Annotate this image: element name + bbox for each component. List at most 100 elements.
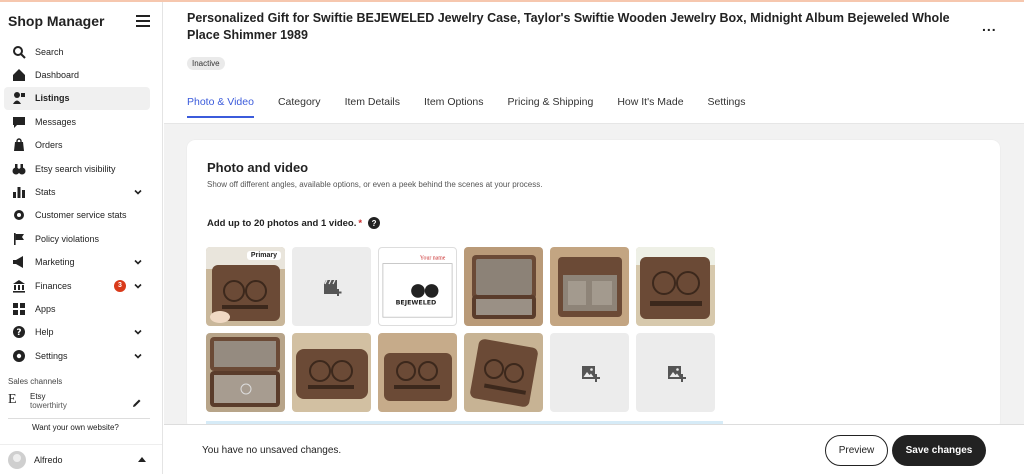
- photo-grid: Primary Your name BEJEWELED: [206, 247, 715, 412]
- preview-button[interactable]: Preview: [825, 435, 888, 466]
- sidebar-item-policy-violations[interactable]: Policy violations: [4, 227, 150, 250]
- jewelry-box-photo: [636, 247, 715, 326]
- jewelry-box-photo: [378, 333, 457, 412]
- sales-channels-heading: Sales channels: [8, 377, 63, 387]
- shop-manager-title: Shop Manager: [8, 13, 105, 29]
- svg-text:?: ?: [16, 328, 21, 338]
- sidebar-item-label: Listings: [35, 93, 70, 104]
- sidebar-item-marketing[interactable]: Marketing: [4, 251, 150, 274]
- jewelry-box-open-photo: [206, 333, 285, 412]
- channel-shop-name: towerthirty: [30, 401, 67, 411]
- jewelry-box-open-photo: [550, 247, 629, 326]
- home-icon: [12, 68, 26, 82]
- user-menu[interactable]: Alfredo: [0, 444, 162, 474]
- photo-tile-4[interactable]: [464, 247, 543, 326]
- sidebar-item-stats[interactable]: Stats: [4, 180, 150, 203]
- sidebar-item-etsy-search-visibility[interactable]: Etsy search visibility: [4, 157, 150, 180]
- channel-etsy[interactable]: E Etsy towerthirty: [0, 390, 162, 412]
- add-photo-tile[interactable]: [636, 333, 715, 412]
- add-photo-tile[interactable]: [550, 333, 629, 412]
- settings-icon: [12, 349, 26, 363]
- sidebar-item-help[interactable]: ? Help: [4, 321, 150, 344]
- add-video-tile[interactable]: [292, 247, 371, 326]
- add-photo-icon: [581, 365, 600, 382]
- bank-icon: [12, 279, 26, 293]
- certificate-image: Your name BEJEWELED: [382, 256, 453, 318]
- primary-tag: Primary: [246, 251, 281, 260]
- sidebar-item-label: Apps: [35, 303, 56, 314]
- apps-icon: [12, 302, 26, 316]
- search-icon: [12, 45, 26, 59]
- main-panel: Personalized Gift for Swiftie BEJEWELED …: [164, 2, 1024, 474]
- gear-icon: [12, 208, 26, 222]
- chevron-down-icon: [134, 260, 142, 265]
- tab-how-it-s-made[interactable]: How It's Made: [617, 96, 683, 118]
- website-prompt[interactable]: Want your own website?: [0, 419, 162, 432]
- messages-icon: [12, 115, 26, 129]
- chevron-down-icon: [134, 283, 142, 289]
- sidebar-header: Shop Manager: [0, 2, 162, 40]
- megaphone-icon: [12, 255, 26, 269]
- channel-name: Etsy: [30, 392, 46, 402]
- sidebar-item-orders[interactable]: Orders: [4, 134, 150, 157]
- add-photos-label: Add up to 20 photos and 1 video. * ?: [207, 217, 381, 229]
- save-changes-button[interactable]: Save changes: [892, 435, 986, 466]
- photo-tile-10[interactable]: [464, 333, 543, 412]
- sidebar-item-label: Search: [35, 46, 64, 57]
- chevron-down-icon: [134, 330, 142, 336]
- add-video-icon: [323, 279, 341, 296]
- pencil-icon[interactable]: [132, 398, 142, 408]
- etsy-logo-icon: E: [8, 392, 17, 408]
- sidebar: Shop Manager Search Dashboard Listings Mess…: [0, 2, 163, 474]
- add-photos-text: Add up to 20 photos and 1 video.: [207, 217, 357, 229]
- user-name: Alfredo: [34, 454, 63, 465]
- tab-item-details[interactable]: Item Details: [345, 96, 400, 118]
- sidebar-item-listings[interactable]: Listings: [4, 86, 150, 111]
- sidebar-item-messages[interactable]: Messages: [4, 110, 150, 133]
- unsaved-status: You have no unsaved changes.: [202, 445, 342, 456]
- cert-word: BEJEWELED: [396, 300, 437, 307]
- photo-tile-9[interactable]: [378, 333, 457, 412]
- photo-tile-6[interactable]: [636, 247, 715, 326]
- cert-your-name: Your name: [420, 256, 446, 262]
- sidebar-item-dashboard[interactable]: Dashboard: [4, 63, 150, 86]
- jewelry-box-photo: [464, 333, 543, 412]
- sidebar-item-label: Policy violations: [35, 233, 100, 244]
- sidebar-nav: Search Dashboard Listings Messages Orders Ets…: [0, 40, 162, 367]
- jewelry-box-open-photo: [464, 247, 543, 326]
- more-options-icon[interactable]: ...: [982, 18, 997, 34]
- chevron-down-icon: [134, 189, 142, 195]
- sidebar-item-label: Settings: [35, 350, 68, 361]
- tab-pricing-shipping[interactable]: Pricing & Shipping: [508, 96, 594, 118]
- tab-category[interactable]: Category: [278, 96, 321, 118]
- sidebar-item-label: Dashboard: [35, 70, 80, 81]
- listing-title: Personalized Gift for Swiftie BEJEWELED …: [187, 11, 950, 42]
- photo-tile-primary[interactable]: Primary: [206, 247, 285, 326]
- sidebar-item-settings[interactable]: Settings: [4, 344, 150, 367]
- sidebar-item-label: Messages: [35, 116, 77, 127]
- sidebar-item-label: Help: [35, 327, 54, 338]
- section-title: Photo and video: [207, 160, 309, 175]
- help-icon[interactable]: ?: [368, 217, 381, 229]
- menu-icon[interactable]: [136, 15, 150, 27]
- sidebar-item-apps[interactable]: Apps: [4, 297, 150, 320]
- photo-tile-8[interactable]: [292, 333, 371, 412]
- photo-tile-certificate[interactable]: Your name BEJEWELED: [378, 247, 457, 326]
- sidebar-item-label: Customer service stats: [35, 210, 127, 221]
- listing-tabs: Photo & Video Category Item Details Item Op…: [187, 96, 770, 118]
- tab-photo-video[interactable]: Photo & Video: [187, 96, 254, 118]
- help-icon: ?: [12, 325, 26, 339]
- notification-badge: 3: [114, 279, 126, 292]
- photo-tile-7[interactable]: [206, 333, 285, 412]
- photo-tile-5[interactable]: [550, 247, 629, 326]
- avatar: [8, 450, 26, 469]
- status-badge: Inactive: [187, 57, 225, 70]
- sidebar-item-search[interactable]: Search: [4, 40, 150, 63]
- sidebar-item-label: Marketing: [35, 257, 75, 268]
- jewelry-box-photo: [292, 333, 371, 412]
- tab-item-options[interactable]: Item Options: [424, 96, 484, 118]
- sidebar-item-customer-service-stats[interactable]: Customer service stats: [4, 204, 150, 227]
- sidebar-item-finances[interactable]: Finances 3: [4, 274, 150, 297]
- chevron-down-icon: [134, 353, 142, 359]
- tab-settings[interactable]: Settings: [708, 96, 746, 118]
